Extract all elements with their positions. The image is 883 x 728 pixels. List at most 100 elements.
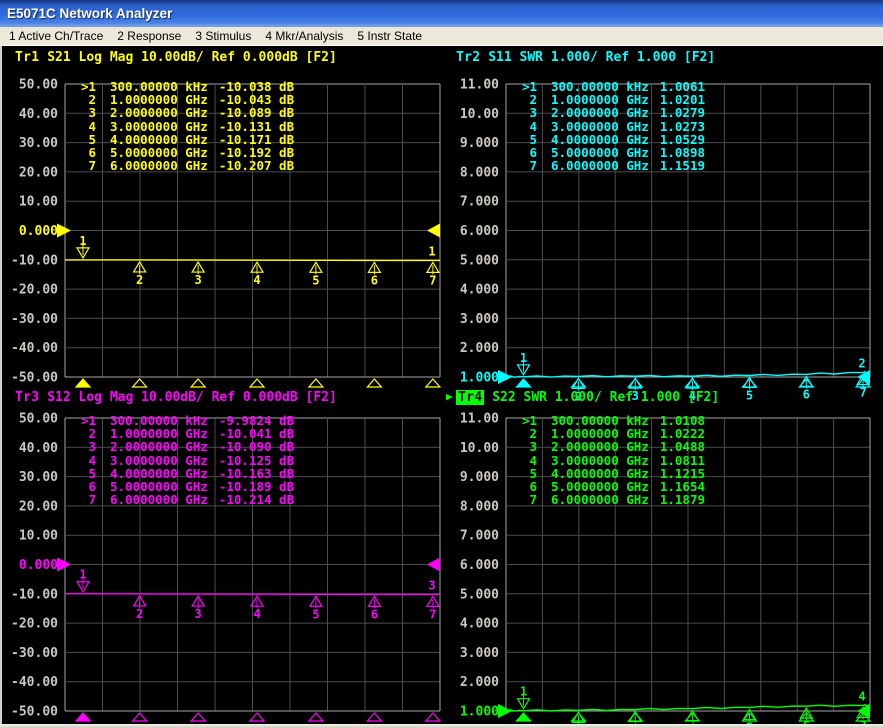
y-tick-label: -40.00 [11, 675, 58, 690]
marker-stimulus-triangle-7[interactable] [424, 378, 442, 388]
trace-name-tr2[interactable]: Tr2 [456, 50, 480, 65]
marker-row-3: 3 2.0000000 GHz -10.090 dB [79, 440, 294, 453]
marker-2-tr1[interactable]: 2 [132, 260, 147, 287]
marker-number: 6 [371, 273, 378, 287]
marker-row-number: 7 [88, 492, 96, 508]
trace-header-tr3: Tr3 S12 Log Mag 10.00dB/ Ref 0.000dB [F2… [5, 390, 337, 405]
marker-table-tr1: >1 300.00000 kHz -10.038 dB 2 1.0000000 GHz -… [79, 80, 294, 174]
y-tick-label: -50.00 [11, 705, 58, 720]
menu-item-1[interactable]: 1 Active Ch/Trace [2, 29, 110, 43]
marker-stimulus-triangle-4[interactable] [248, 712, 266, 722]
y-tick-label: -10.00 [11, 587, 58, 602]
panel-tr2: Tr2 S11 SWR 1.000/ Ref 1.000 [F2] 11.00 10… [443, 46, 883, 403]
marker-1-tr1[interactable]: 1 [75, 234, 91, 260]
active-trace-arrow-icon [5, 50, 15, 63]
ref-level-left-icon[interactable] [57, 223, 71, 238]
trace-format-readout: S12 Log Mag 10.00dB/ Ref 0.000dB [F2] [39, 390, 337, 405]
marker-stimulus-triangle-5[interactable] [307, 712, 325, 722]
marker-row-frequency: 2.0000000 GHz [551, 439, 649, 455]
ref-level-left-icon[interactable] [498, 704, 512, 718]
marker-stimulus-triangle-1[interactable] [515, 712, 532, 722]
y-tick-label: 3.000 [460, 312, 499, 327]
trace-name-tr1[interactable]: Tr1 [15, 50, 39, 65]
y-tick-label: 40.00 [19, 441, 58, 456]
y-tick-label: 7.000 [460, 529, 499, 544]
marker-stimulus-triangle-3[interactable] [189, 378, 207, 388]
marker-stimulus-triangle-5[interactable] [307, 378, 325, 388]
marker-stimulus-triangle-3[interactable] [189, 712, 207, 722]
trace-header-tr4: ▶ Tr4 S22 SWR 1.000/ Ref 1.000 [F2] [446, 390, 719, 405]
marker-row-value: 1.0811 [659, 452, 705, 468]
marker-5-tr3[interactable]: 5 [308, 595, 323, 621]
active-trace-arrow-icon: ▶ [446, 390, 453, 403]
marker-stimulus-triangle-2[interactable] [131, 712, 148, 722]
marker-1-tr4[interactable]: 1 [516, 685, 531, 710]
y-tick-label: -50.00 [11, 371, 58, 386]
marker-row-3: 3 2.0000000 GHz 1.0488 [520, 440, 705, 453]
marker-number: 1 [79, 234, 86, 248]
marker-stimulus-triangle-1[interactable] [74, 712, 92, 722]
marker-6-tr1[interactable]: 6 [367, 261, 382, 287]
marker-row-4: 4 3.0000000 GHz -10.131 dB [79, 119, 294, 132]
marker-row-frequency: 6.0000000 GHz [110, 158, 208, 174]
marker-5-tr1[interactable]: 5 [308, 261, 323, 287]
marker-2-tr3[interactable]: 2 [132, 594, 147, 621]
marker-stimulus-triangle-1[interactable] [74, 378, 92, 388]
marker-row-4: 4 3.0000000 GHz -10.125 dB [79, 452, 294, 468]
marker-3-tr1[interactable]: 3 [191, 260, 206, 287]
marker-row-frequency: 6.0000000 GHz [551, 158, 649, 174]
marker-stimulus-triangle-1[interactable] [515, 378, 532, 388]
marker-table-tr3: >1 300.00000 kHz -9.9824 dB 2 1.0000000 GHz -… [79, 414, 294, 508]
marker-3-tr3[interactable]: 3 [191, 594, 206, 621]
trace-name-tr4[interactable]: Tr4 [456, 390, 485, 405]
menu-item-3[interactable]: 3 Stimulus [188, 29, 258, 43]
trace-format-readout: S21 Log Mag 10.00dB/ Ref 0.000dB [F2] [39, 50, 337, 65]
marker-number: 3 [195, 273, 202, 287]
marker-6-tr3[interactable]: 6 [367, 595, 382, 621]
marker-7-tr1[interactable]: 7 [425, 261, 440, 287]
marker-number: 7 [429, 607, 436, 621]
y-tick-label: 0.000 [19, 558, 58, 573]
y-tick-label: 11.00 [460, 412, 499, 427]
trace-name-tr3[interactable]: Tr3 [15, 390, 39, 405]
trace-line-tr3[interactable] [65, 592, 440, 596]
marker-row-number: 4 [529, 452, 537, 468]
marker-row-frequency: 6.0000000 GHz [110, 492, 208, 508]
menu-item-4[interactable]: 4 Mkr/Analysis [258, 29, 350, 43]
y-tick-label: 5.000 [460, 587, 499, 602]
y-tick-label: 0.000 [19, 224, 58, 239]
marker-number: 3 [195, 607, 202, 621]
marker-number: 1 [520, 351, 527, 365]
marker-row-frequency: 3.0000000 GHz [110, 452, 208, 468]
trace-header-tr1: Tr1 S21 Log Mag 10.00dB/ Ref 0.000dB [F2… [5, 50, 337, 65]
trace-line-tr1[interactable] [65, 259, 440, 262]
marker-stimulus-triangle-4[interactable] [248, 378, 266, 388]
y-tick-label: -20.00 [11, 617, 58, 632]
ref-level-right-icon[interactable] [427, 223, 440, 238]
marker-row-frequency: 3.0000000 GHz [551, 118, 649, 134]
y-tick-label: 4.000 [460, 283, 499, 298]
menu-item-2[interactable]: 2 Response [110, 29, 188, 43]
marker-stimulus-triangle-7[interactable] [424, 712, 442, 722]
menu-item-5[interactable]: 5 Instr State [350, 29, 429, 43]
marker-1-tr3[interactable]: 1 [75, 568, 91, 593]
marker-number: 6 [371, 607, 378, 621]
marker-stimulus-triangle-6[interactable] [366, 712, 383, 722]
instrument-screen: Tr1 S21 Log Mag 10.00dB/ Ref 0.000dB [F2… [0, 46, 883, 728]
marker-number: 5 [312, 273, 319, 287]
panel-tr4: ▶ Tr4 S22 SWR 1.000/ Ref 1.000 [F2] 11.00 1… [443, 390, 883, 728]
ref-level-left-icon[interactable] [498, 370, 512, 384]
marker-1-tr2[interactable]: 1 [516, 351, 531, 376]
bottom-window-edge [0, 724, 883, 728]
y-tick-label: 50.00 [19, 412, 58, 427]
y-tick-label: 2.000 [460, 341, 499, 356]
marker-row-value: 1.0488 [659, 439, 705, 455]
marker-number: 5 [312, 607, 319, 621]
marker-row-number: 3 [529, 439, 537, 455]
ref-level-right-icon[interactable] [427, 557, 440, 572]
marker-table-tr4: >1 300.00000 kHz 1.0108 2 1.0000000 GHz 1.022… [520, 414, 705, 507]
ref-level-left-icon[interactable] [57, 557, 71, 572]
marker-stimulus-triangle-2[interactable] [131, 378, 148, 388]
marker-7-tr3[interactable]: 7 [425, 595, 440, 621]
marker-stimulus-triangle-6[interactable] [366, 378, 383, 388]
